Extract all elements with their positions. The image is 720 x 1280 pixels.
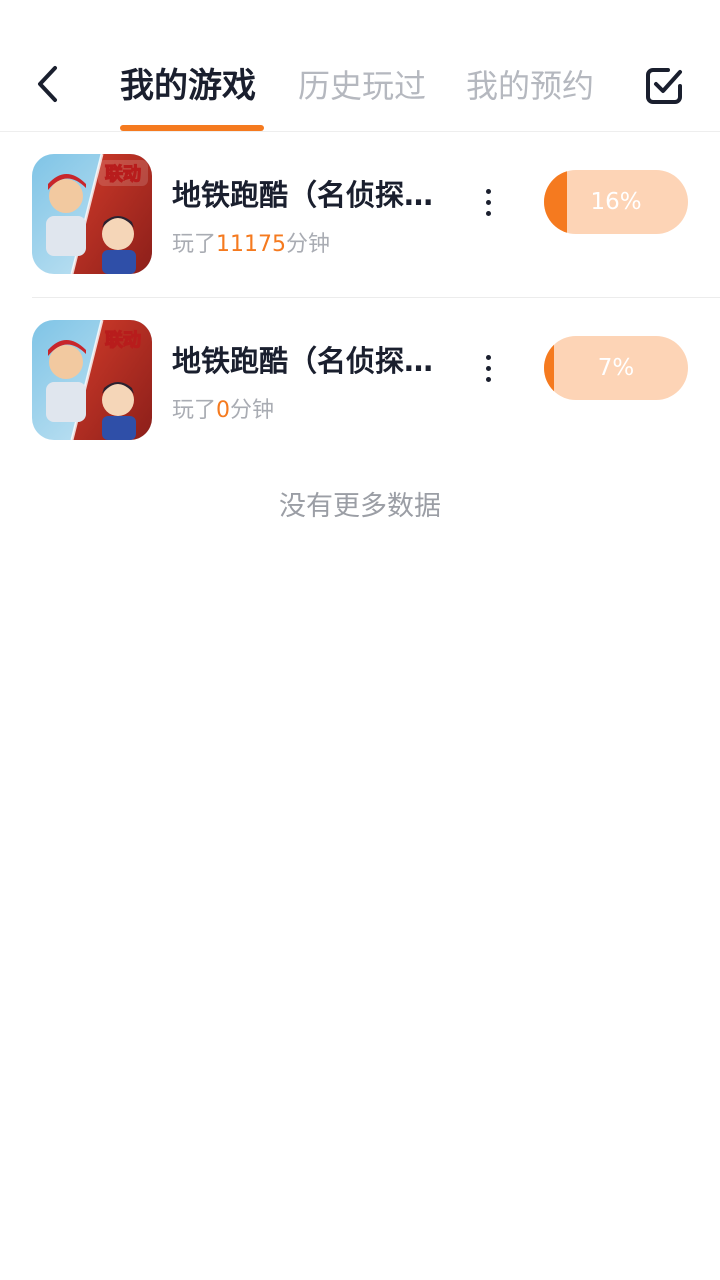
no-more-data-text: 没有更多数据 — [279, 491, 441, 522]
more-options-button[interactable] — [472, 342, 504, 394]
icon-badge: 联动 — [105, 330, 141, 351]
game-icon[interactable]: 联动 — [32, 320, 152, 440]
icon-badge: 联动 — [105, 164, 141, 185]
more-vertical-icon — [485, 188, 491, 216]
tab-history-played[interactable]: 历史玩过 — [298, 62, 426, 110]
progress-label: 16% — [590, 189, 642, 215]
game-artwork: 联动 — [32, 320, 152, 440]
more-options-button[interactable] — [472, 176, 504, 228]
download-progress-button[interactable]: 7% — [544, 336, 688, 400]
more-vertical-icon — [485, 354, 491, 382]
back-button[interactable] — [24, 58, 72, 110]
chevron-left-icon — [38, 66, 57, 102]
game-title: 地铁跑酷（名侦探柯南联动） — [172, 178, 442, 212]
game-title: 地铁跑酷（名侦探柯南联动） — [172, 344, 442, 378]
manage-button[interactable] — [640, 62, 688, 110]
top-nav-bar: 我的游戏 历史玩过 我的预约 — [0, 0, 720, 132]
play-time: 玩了11175分钟 — [172, 232, 331, 257]
game-list-item[interactable]: 联动 地铁跑酷（名侦探柯南联动） 玩了11175分钟 16% — [0, 132, 720, 298]
game-list-item[interactable]: 联动 地铁跑酷（名侦探柯南联动） 玩了0分钟 7% — [0, 298, 720, 464]
play-minutes: 0 — [216, 398, 231, 423]
game-artwork: 联动 — [32, 154, 152, 274]
progress-label: 7% — [597, 355, 635, 381]
play-time: 玩了0分钟 — [172, 398, 275, 423]
game-icon[interactable]: 联动 — [32, 154, 152, 274]
checkbox-icon — [646, 68, 682, 104]
play-minutes: 11175 — [216, 232, 287, 257]
tab-my-games[interactable]: 我的游戏 — [120, 62, 256, 110]
download-progress-button[interactable]: 16% — [544, 170, 688, 234]
active-tab-indicator — [120, 125, 264, 131]
tab-my-reservations[interactable]: 我的预约 — [466, 62, 594, 110]
